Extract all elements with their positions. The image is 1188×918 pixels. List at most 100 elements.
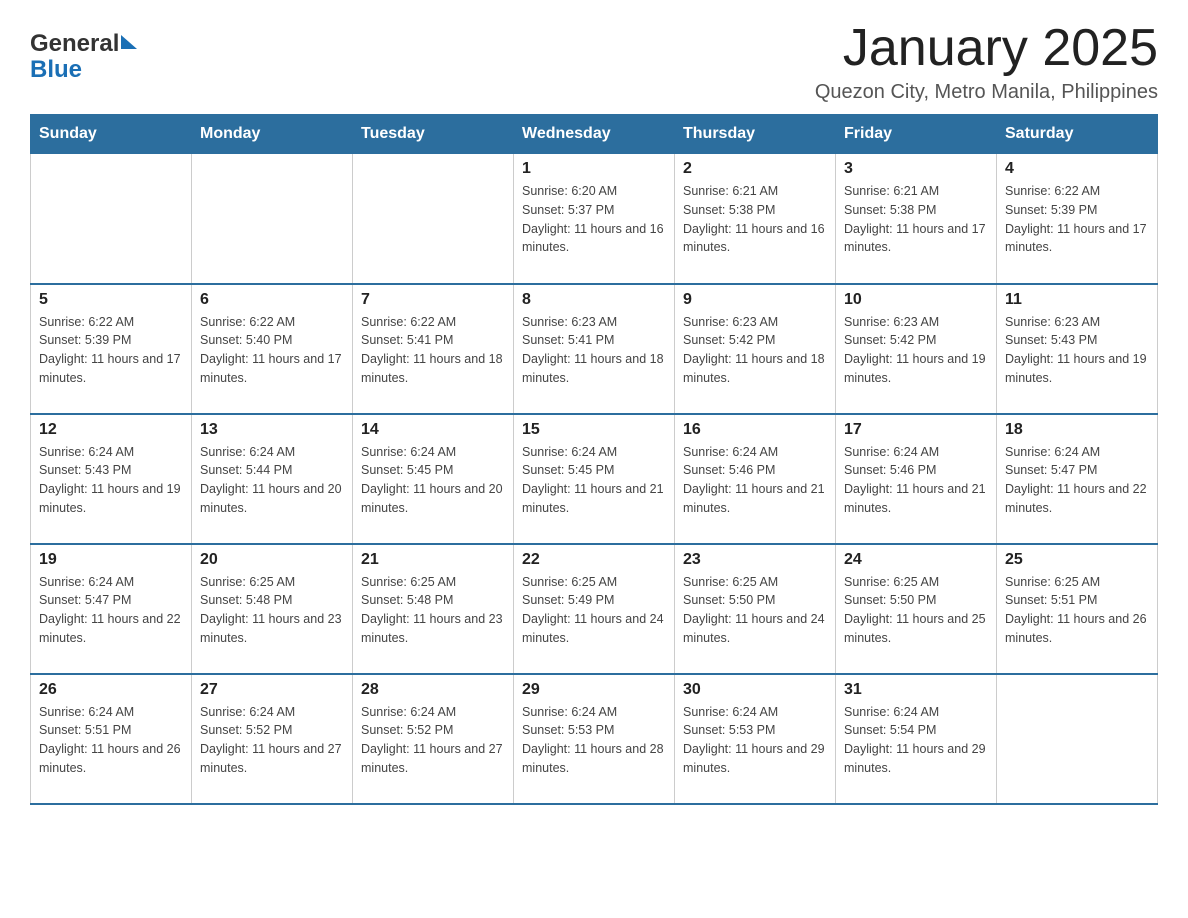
day-info: Sunrise: 6:24 AM Sunset: 5:52 PM Dayligh…	[200, 703, 344, 778]
day-number: 21	[361, 551, 505, 569]
day-info: Sunrise: 6:25 AM Sunset: 5:48 PM Dayligh…	[361, 573, 505, 648]
day-info: Sunrise: 6:22 AM Sunset: 5:39 PM Dayligh…	[39, 313, 183, 388]
calendar-day-cell: 12Sunrise: 6:24 AM Sunset: 5:43 PM Dayli…	[31, 414, 192, 544]
day-number: 24	[844, 551, 988, 569]
logo-blue-text: Blue	[30, 56, 82, 84]
day-info: Sunrise: 6:21 AM Sunset: 5:38 PM Dayligh…	[844, 182, 988, 257]
calendar-day-cell: 16 Sunrise: 6:24 AM Sunset: 5:46 PM Dayli…	[675, 414, 836, 544]
day-number: 30	[683, 681, 827, 699]
calendar-day-cell: 20Sunrise: 6:25 AM Sunset: 5:48 PM Dayli…	[192, 544, 353, 674]
day-number: 3	[844, 160, 988, 178]
day-number: 4	[1005, 160, 1149, 178]
day-number: 29	[522, 681, 666, 699]
day-info: Sunrise: 6:20 AM Sunset: 5:37 PM Dayligh…	[522, 182, 666, 257]
calendar-day-cell: 30 Sunrise: 6:24 AM Sunset: 5:53 PM Dayli…	[675, 674, 836, 804]
calendar-table: SundayMondayTuesdayWednesdayThursdayFrid…	[30, 114, 1158, 805]
day-info: Sunrise: 6:24 AM Sunset: 5:46 PM Dayligh…	[844, 443, 988, 518]
day-info: Sunrise: 6:24 AM Sunset: 5:47 PM Dayligh…	[1005, 443, 1149, 518]
calendar-day-cell: 11 Sunrise: 6:23 AM Sunset: 5:43 PM Dayli…	[997, 284, 1158, 414]
calendar-day-cell: 19 Sunrise: 6:24 AM Sunset: 5:47 PM Dayli…	[31, 544, 192, 674]
day-info: Sunrise: 6:24 AM Sunset: 5:53 PM Dayligh…	[522, 703, 666, 778]
day-number: 6	[200, 291, 344, 309]
day-info: Sunrise: 6:25 AM Sunset: 5:50 PM Dayligh…	[683, 573, 827, 648]
day-info: Sunrise: 6:24 AM Sunset: 5:52 PM Dayligh…	[361, 703, 505, 778]
header-sunday: Sunday	[31, 115, 192, 154]
day-info: Sunrise: 6:24 AM Sunset: 5:47 PM Dayligh…	[39, 573, 183, 648]
day-number: 31	[844, 681, 988, 699]
calendar-day-cell: 9Sunrise: 6:23 AM Sunset: 5:42 PM Daylig…	[675, 284, 836, 414]
day-number: 17	[844, 421, 988, 439]
day-number: 26	[39, 681, 183, 699]
day-number: 11	[1005, 291, 1149, 309]
calendar-day-cell: 5 Sunrise: 6:22 AM Sunset: 5:39 PM Daylig…	[31, 284, 192, 414]
calendar-day-cell: 29 Sunrise: 6:24 AM Sunset: 5:53 PM Dayli…	[514, 674, 675, 804]
days-header-row: SundayMondayTuesdayWednesdayThursdayFrid…	[31, 115, 1158, 154]
day-number: 16	[683, 421, 827, 439]
day-number: 5	[39, 291, 183, 309]
calendar-day-cell: 27Sunrise: 6:24 AM Sunset: 5:52 PM Dayli…	[192, 674, 353, 804]
calendar-day-cell: 24Sunrise: 6:25 AM Sunset: 5:50 PM Dayli…	[836, 544, 997, 674]
calendar-week-row: 12Sunrise: 6:24 AM Sunset: 5:43 PM Dayli…	[31, 414, 1158, 544]
day-number: 1	[522, 160, 666, 178]
calendar-day-cell: 13 Sunrise: 6:24 AM Sunset: 5:44 PM Dayli…	[192, 414, 353, 544]
day-number: 18	[1005, 421, 1149, 439]
calendar-day-cell: 3 Sunrise: 6:21 AM Sunset: 5:38 PM Daylig…	[836, 154, 997, 284]
logo-arrow-icon	[121, 35, 137, 49]
day-number: 22	[522, 551, 666, 569]
header-wednesday: Wednesday	[514, 115, 675, 154]
calendar-day-cell	[31, 154, 192, 284]
calendar-day-cell: 23 Sunrise: 6:25 AM Sunset: 5:50 PM Dayli…	[675, 544, 836, 674]
day-info: Sunrise: 6:23 AM Sunset: 5:43 PM Dayligh…	[1005, 313, 1149, 388]
calendar-week-row: 5 Sunrise: 6:22 AM Sunset: 5:39 PM Daylig…	[31, 284, 1158, 414]
day-number: 13	[200, 421, 344, 439]
day-info: Sunrise: 6:23 AM Sunset: 5:41 PM Dayligh…	[522, 313, 666, 388]
header-monday: Monday	[192, 115, 353, 154]
day-number: 7	[361, 291, 505, 309]
calendar-day-cell	[192, 154, 353, 284]
calendar-day-cell: 26Sunrise: 6:24 AM Sunset: 5:51 PM Dayli…	[31, 674, 192, 804]
subtitle: Quezon City, Metro Manila, Philippines	[815, 81, 1158, 104]
day-info: Sunrise: 6:24 AM Sunset: 5:45 PM Dayligh…	[522, 443, 666, 518]
calendar-day-cell: 14 Sunrise: 6:24 AM Sunset: 5:45 PM Dayli…	[353, 414, 514, 544]
calendar-week-row: 26Sunrise: 6:24 AM Sunset: 5:51 PM Dayli…	[31, 674, 1158, 804]
day-info: Sunrise: 6:24 AM Sunset: 5:45 PM Dayligh…	[361, 443, 505, 518]
day-number: 8	[522, 291, 666, 309]
calendar-day-cell: 7Sunrise: 6:22 AM Sunset: 5:41 PM Daylig…	[353, 284, 514, 414]
day-number: 28	[361, 681, 505, 699]
day-info: Sunrise: 6:24 AM Sunset: 5:44 PM Dayligh…	[200, 443, 344, 518]
header-saturday: Saturday	[997, 115, 1158, 154]
main-title: January 2025	[815, 20, 1158, 77]
day-number: 19	[39, 551, 183, 569]
calendar-day-cell: 28 Sunrise: 6:24 AM Sunset: 5:52 PM Dayli…	[353, 674, 514, 804]
page-header: General Blue January 2025 Quezon City, M…	[30, 20, 1158, 104]
header-friday: Friday	[836, 115, 997, 154]
day-info: Sunrise: 6:24 AM Sunset: 5:46 PM Dayligh…	[683, 443, 827, 518]
calendar-day-cell: 22 Sunrise: 6:25 AM Sunset: 5:49 PM Dayli…	[514, 544, 675, 674]
calendar-day-cell: 8 Sunrise: 6:23 AM Sunset: 5:41 PM Daylig…	[514, 284, 675, 414]
day-info: Sunrise: 6:25 AM Sunset: 5:51 PM Dayligh…	[1005, 573, 1149, 648]
calendar-day-cell: 25 Sunrise: 6:25 AM Sunset: 5:51 PM Dayli…	[997, 544, 1158, 674]
day-number: 20	[200, 551, 344, 569]
day-number: 10	[844, 291, 988, 309]
calendar-day-cell: 17 Sunrise: 6:24 AM Sunset: 5:46 PM Dayli…	[836, 414, 997, 544]
day-number: 25	[1005, 551, 1149, 569]
calendar-day-cell: 15 Sunrise: 6:24 AM Sunset: 5:45 PM Dayli…	[514, 414, 675, 544]
day-info: Sunrise: 6:24 AM Sunset: 5:53 PM Dayligh…	[683, 703, 827, 778]
day-number: 23	[683, 551, 827, 569]
day-number: 12	[39, 421, 183, 439]
calendar-body: 1 Sunrise: 6:20 AM Sunset: 5:37 PM Daylig…	[31, 154, 1158, 804]
day-number: 15	[522, 421, 666, 439]
calendar-day-cell: 10 Sunrise: 6:23 AM Sunset: 5:42 PM Dayli…	[836, 284, 997, 414]
day-number: 14	[361, 421, 505, 439]
calendar-week-row: 1 Sunrise: 6:20 AM Sunset: 5:37 PM Daylig…	[31, 154, 1158, 284]
logo-general-text: General	[30, 30, 119, 58]
calendar-day-cell: 31Sunrise: 6:24 AM Sunset: 5:54 PM Dayli…	[836, 674, 997, 804]
calendar-day-cell: 1 Sunrise: 6:20 AM Sunset: 5:37 PM Daylig…	[514, 154, 675, 284]
header-thursday: Thursday	[675, 115, 836, 154]
day-info: Sunrise: 6:22 AM Sunset: 5:39 PM Dayligh…	[1005, 182, 1149, 257]
calendar-day-cell: 21 Sunrise: 6:25 AM Sunset: 5:48 PM Dayli…	[353, 544, 514, 674]
header-tuesday: Tuesday	[353, 115, 514, 154]
day-info: Sunrise: 6:25 AM Sunset: 5:49 PM Dayligh…	[522, 573, 666, 648]
calendar-header: SundayMondayTuesdayWednesdayThursdayFrid…	[31, 115, 1158, 154]
day-info: Sunrise: 6:23 AM Sunset: 5:42 PM Dayligh…	[844, 313, 988, 388]
